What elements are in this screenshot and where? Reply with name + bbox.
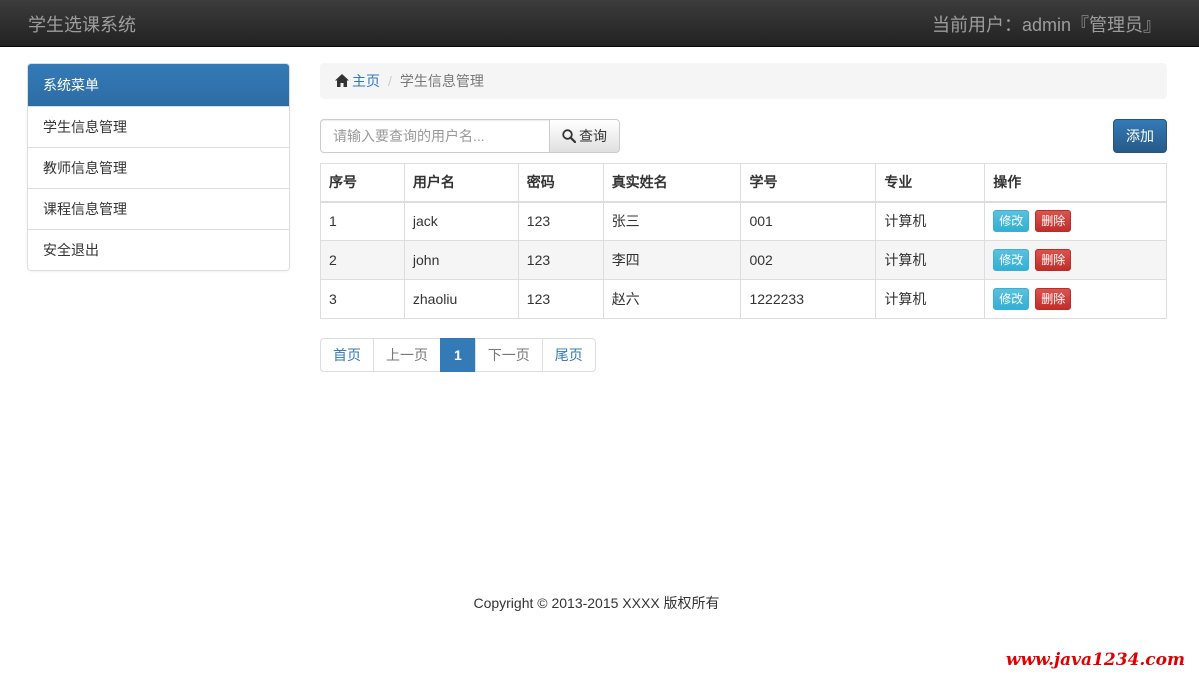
pagination: 首页 上一页 1 下一页 尾页 (320, 338, 596, 372)
cell-username: jack (403, 201, 519, 241)
search-input[interactable] (320, 119, 549, 153)
cell-index: 1 (320, 201, 405, 241)
header-student-no: 学号 (740, 163, 877, 203)
sidebar-item-student-management[interactable]: 学生信息管理 (28, 106, 289, 147)
sidebar-item-course-management[interactable]: 课程信息管理 (28, 188, 289, 229)
cell-major: 计算机 (875, 201, 986, 241)
sidebar-item-logout[interactable]: 安全退出 (28, 229, 289, 270)
add-button[interactable]: 添加 (1113, 119, 1167, 153)
cell-major: 计算机 (875, 279, 986, 319)
table-row: 2 john 123 李四 002 计算机 修改 删除 (320, 240, 1167, 280)
cell-index: 2 (320, 240, 405, 280)
page-last[interactable]: 尾页 (541, 338, 596, 372)
header-password: 密码 (517, 163, 604, 203)
cell-username: zhaoliu (403, 279, 519, 319)
cell-real-name: 张三 (602, 201, 742, 241)
cell-actions: 修改 删除 (984, 279, 1167, 319)
cell-actions: 修改 删除 (984, 201, 1167, 241)
cell-index: 3 (320, 279, 405, 319)
sidebar-item-teacher-management[interactable]: 教师信息管理 (28, 147, 289, 188)
header-actions: 操作 (984, 163, 1167, 203)
cell-student-no: 002 (740, 240, 877, 280)
table-row: 1 jack 123 张三 001 计算机 修改 删除 (320, 201, 1167, 241)
cell-password: 123 (517, 240, 604, 280)
breadcrumb-current: 学生信息管理 (399, 73, 484, 89)
search-button[interactable]: 查询 (549, 119, 620, 153)
search-button-label: 查询 (579, 128, 607, 144)
page-first[interactable]: 首页 (320, 338, 374, 372)
table-row: 3 zhaoliu 123 赵六 1222233 计算机 修改 删除 (320, 279, 1167, 319)
delete-button[interactable]: 删除 (1035, 288, 1072, 310)
header-index: 序号 (320, 163, 405, 203)
cell-real-name: 赵六 (602, 279, 742, 319)
watermark: www.java1234.com (1005, 650, 1185, 670)
edit-button[interactable]: 修改 (993, 249, 1030, 271)
page-current[interactable]: 1 (440, 338, 476, 372)
search-icon (562, 129, 576, 143)
header-major: 专业 (875, 163, 986, 203)
breadcrumb-separator: / (388, 73, 392, 89)
current-user-label: 当前用户：admin『管理员』 (931, 15, 1161, 35)
cell-student-no: 001 (740, 201, 877, 241)
cell-password: 123 (517, 279, 604, 319)
cell-username: john (403, 240, 519, 280)
sidebar-heading: 系统菜单 (28, 64, 289, 106)
page-next[interactable]: 下一页 (474, 338, 543, 372)
top-navbar: 学生选课系统 当前用户：admin『管理员』 (0, 0, 1199, 47)
header-username: 用户名 (403, 163, 519, 203)
delete-button[interactable]: 删除 (1035, 210, 1072, 233)
cell-student-no: 1222233 (740, 279, 877, 319)
cell-actions: 修改 删除 (984, 240, 1167, 280)
cell-password: 123 (517, 201, 604, 241)
search-group: 查询 (320, 119, 620, 153)
header-real-name: 真实姓名 (602, 163, 742, 203)
sidebar-menu: 系统菜单 学生信息管理 教师信息管理 课程信息管理 安全退出 (27, 63, 290, 271)
breadcrumb-home-link[interactable]: 主页 (352, 73, 380, 89)
edit-button[interactable]: 修改 (993, 288, 1030, 310)
cell-major: 计算机 (875, 240, 986, 280)
edit-button[interactable]: 修改 (993, 210, 1030, 233)
student-table: 序号 用户名 密码 真实姓名 学号 专业 操作 1 jack 123 张三 00… (320, 163, 1167, 319)
cell-real-name: 李四 (602, 240, 742, 280)
footer-copyright: Copyright © 2013-2015 XXXX 版权所有 (473, 595, 720, 611)
delete-button[interactable]: 删除 (1035, 249, 1072, 271)
breadcrumb: 主页 / 学生信息管理 (320, 63, 1167, 99)
home-icon (335, 74, 349, 87)
page-prev[interactable]: 上一页 (373, 338, 441, 372)
app-brand[interactable]: 学生选课系统 (28, 11, 136, 37)
table-header-row: 序号 用户名 密码 真实姓名 学号 专业 操作 (320, 163, 1167, 203)
